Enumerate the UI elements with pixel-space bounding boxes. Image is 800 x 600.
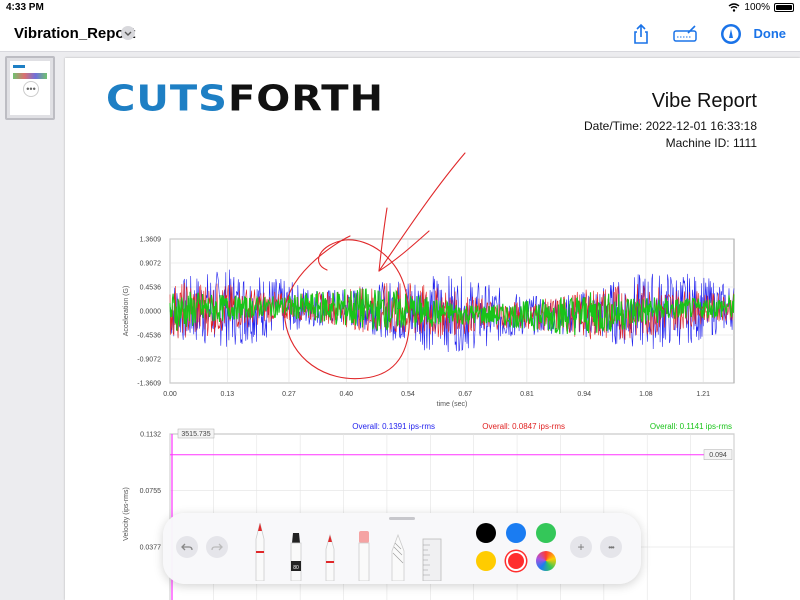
document-title[interactable]: Vibration_Report xyxy=(14,25,135,42)
acceleration-x-tick: 0.94 xyxy=(577,391,591,398)
acceleration-y-label: Acceleration (G) xyxy=(123,286,130,337)
acceleration-y-tick: 0.9072 xyxy=(140,261,162,268)
acceleration-y-tick: -0.9072 xyxy=(137,357,161,364)
acceleration-x-tick: 0.40 xyxy=(339,391,353,398)
acceleration-y-tick: -1.3609 xyxy=(137,381,161,388)
acceleration-x-tick: 0.00 xyxy=(163,391,177,398)
ruler-tool-icon[interactable] xyxy=(421,537,443,581)
velocity-y-label: Velocity (ips-rms) xyxy=(123,487,130,541)
acceleration-x-tick: 0.27 xyxy=(282,391,296,398)
color-swatch[interactable] xyxy=(506,523,526,543)
acceleration-y-tick: 0.0000 xyxy=(140,309,162,316)
more-options-button[interactable]: ••• xyxy=(600,536,622,558)
redo-button[interactable] xyxy=(206,536,228,558)
overall-label: Overall: 0.1141 ips-rms xyxy=(650,422,732,431)
marker-size-label: 80 xyxy=(293,565,299,571)
status-right: 100% xyxy=(728,2,794,13)
acceleration-y-tick: -0.4536 xyxy=(137,333,161,340)
acceleration-x-tick: 0.81 xyxy=(520,391,534,398)
page-thumbnail[interactable]: ••• xyxy=(5,56,55,120)
app-window: 4:33 PM 100% Vibration_Report Done ••• C… xyxy=(0,0,800,600)
undo-icon xyxy=(181,543,193,551)
acceleration-x-tick: 0.13 xyxy=(220,391,234,398)
acceleration-y-tick: 0.4536 xyxy=(140,285,162,292)
thumbnail-chart xyxy=(13,73,47,79)
acceleration-x-ticks: 0.00 0.13 0.27 0.40 0.54 0.67 0.81 0.94 1.08 1.21 xyxy=(163,391,710,398)
acceleration-x-tick: 1.08 xyxy=(639,391,653,398)
battery-icon xyxy=(774,3,794,12)
overall-labels: Overall: 0.1391 ips-rms Overall: 0.0847 i… xyxy=(352,422,732,431)
acceleration-x-tick: 1.21 xyxy=(696,391,710,398)
add-button[interactable]: + xyxy=(570,536,592,558)
velocity-marker-left: 3515.735 xyxy=(181,431,210,438)
battery-percent: 100% xyxy=(744,2,770,13)
thumbnail-more-button[interactable]: ••• xyxy=(23,81,39,97)
done-button[interactable]: Done xyxy=(754,26,787,41)
acceleration-x-tick: 0.54 xyxy=(401,391,415,398)
toolbar-grabber[interactable] xyxy=(389,517,415,520)
pencil-tool-icon[interactable] xyxy=(321,533,339,581)
status-bar: 4:33 PM 100% xyxy=(0,0,800,16)
color-swatch[interactable] xyxy=(476,551,496,571)
overall-label: Overall: 0.0847 ips-rms xyxy=(482,422,565,431)
acceleration-y-ticks: 1.3609 0.9072 0.4536 0.0000 -0.4536 -0.9072 -1… xyxy=(137,237,161,388)
markup-toolbar: 80 + ••• xyxy=(163,513,641,584)
nav-bar: Vibration_Report Done xyxy=(0,16,800,52)
status-time: 4:33 PM xyxy=(6,2,44,13)
color-swatch[interactable] xyxy=(476,523,496,543)
acceleration-x-tick: 0.67 xyxy=(458,391,472,398)
thumbnail-logo xyxy=(13,65,25,68)
color-swatch[interactable] xyxy=(536,523,556,543)
wifi-icon xyxy=(728,3,740,12)
chevron-down-icon xyxy=(124,31,132,36)
markup-icon[interactable] xyxy=(720,23,742,45)
eraser-tool-icon[interactable] xyxy=(355,529,373,581)
thumbnail-sidebar: ••• xyxy=(0,52,62,600)
acceleration-x-label: time (sec) xyxy=(437,401,468,408)
color-swatch-selected[interactable] xyxy=(508,553,524,569)
overall-label: Overall: 0.1391 ips-rms xyxy=(352,422,435,431)
pen-tool-icon[interactable] xyxy=(251,521,269,581)
share-icon[interactable] xyxy=(630,23,652,45)
redo-icon xyxy=(211,543,223,551)
lasso-tool-icon[interactable] xyxy=(389,533,407,581)
velocity-y-ticks: 0.1132 0.0755 0.0377 xyxy=(140,432,162,552)
velocity-y-tick: 0.0755 xyxy=(140,488,162,495)
velocity-y-tick: 0.0377 xyxy=(140,545,162,552)
undo-button[interactable] xyxy=(176,536,198,558)
marker-tool-icon[interactable]: 80 xyxy=(287,531,305,581)
color-picker-swatch[interactable] xyxy=(536,551,556,571)
title-menu-button[interactable] xyxy=(121,26,135,40)
velocity-y-tick: 0.1132 xyxy=(140,432,161,439)
signature-icon[interactable] xyxy=(672,23,698,45)
velocity-marker-right: 0.094 xyxy=(709,452,727,459)
acceleration-y-tick: 1.3609 xyxy=(140,237,162,244)
acceleration-chart: 1.3609 0.9072 0.4536 0.0000 -0.4536 -0.9072 -1… xyxy=(123,237,735,408)
